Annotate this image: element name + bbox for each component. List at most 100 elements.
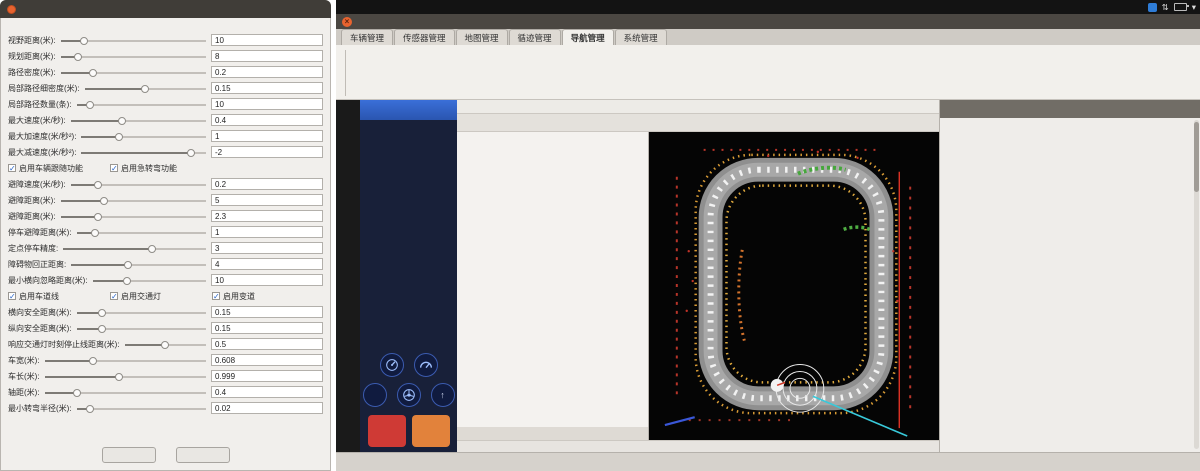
slider-thumb[interactable] xyxy=(91,229,99,237)
tab-系统管理[interactable]: 系统管理 xyxy=(615,29,667,45)
param-slider[interactable] xyxy=(77,100,206,109)
param-input[interactable] xyxy=(211,306,323,318)
slider-thumb[interactable] xyxy=(89,357,97,365)
param-label: 最大减速度(米/秒²): xyxy=(8,147,76,158)
param-slider[interactable] xyxy=(125,340,206,349)
param-input[interactable] xyxy=(211,322,323,334)
dialog-titlebar[interactable] xyxy=(0,0,331,18)
chevron-down-icon[interactable]: ▾ xyxy=(1192,2,1196,13)
param-input[interactable] xyxy=(211,34,323,46)
param-slider[interactable] xyxy=(81,132,206,141)
param-slider[interactable] xyxy=(45,372,206,381)
checkbox[interactable]: ✓启用车道线 xyxy=(8,291,110,302)
param-input[interactable] xyxy=(211,354,323,366)
param-slider[interactable] xyxy=(77,324,206,333)
slider-thumb[interactable] xyxy=(141,85,149,93)
param-input[interactable] xyxy=(211,370,323,382)
param-slider[interactable] xyxy=(77,228,206,237)
param-input[interactable] xyxy=(211,146,323,158)
param-input[interactable] xyxy=(211,226,323,238)
displays-tree xyxy=(457,132,648,410)
param-slider[interactable] xyxy=(61,52,206,61)
slider-thumb[interactable] xyxy=(115,373,123,381)
slider-thumb[interactable] xyxy=(98,309,106,317)
param-input[interactable] xyxy=(211,242,323,254)
param-slider[interactable] xyxy=(63,244,206,253)
speed-gauge-icon[interactable] xyxy=(414,353,438,377)
close-icon[interactable] xyxy=(7,5,16,14)
param-input[interactable] xyxy=(211,50,323,62)
tab-车辆管理[interactable]: 车辆管理 xyxy=(341,29,393,45)
network-icon[interactable]: ⇅ xyxy=(1162,2,1169,13)
tab-循迹管理[interactable]: 循迹管理 xyxy=(509,29,561,45)
slider-thumb[interactable] xyxy=(89,69,97,77)
param-input[interactable] xyxy=(211,194,323,206)
param-input[interactable] xyxy=(211,402,323,414)
param-slider[interactable] xyxy=(45,356,206,365)
manual-takeover-button[interactable] xyxy=(412,415,450,447)
tab-地图管理[interactable]: 地图管理 xyxy=(456,29,508,45)
slider-thumb[interactable] xyxy=(187,149,195,157)
slider-thumb[interactable] xyxy=(115,133,123,141)
slider-thumb[interactable] xyxy=(86,405,94,413)
checkbox[interactable]: ✓启用交通灯 xyxy=(110,291,212,302)
param-input[interactable] xyxy=(211,114,323,126)
emergency-stop-button[interactable] xyxy=(368,415,406,447)
3d-viewport[interactable] xyxy=(649,132,939,440)
footer-bar xyxy=(336,452,1200,471)
slider-thumb[interactable] xyxy=(94,213,102,221)
battery-icon[interactable] xyxy=(1174,3,1187,11)
input-method-icon[interactable] xyxy=(1148,3,1157,12)
slider-thumb[interactable] xyxy=(86,101,94,109)
checkbox[interactable]: ✓启用变道 xyxy=(212,291,314,302)
param-input[interactable] xyxy=(211,82,323,94)
param-slider[interactable] xyxy=(93,276,206,285)
cancel-button[interactable] xyxy=(176,447,230,463)
slider-thumb[interactable] xyxy=(98,325,106,333)
confirm-button[interactable] xyxy=(102,447,156,463)
slider-thumb[interactable] xyxy=(100,197,108,205)
param-input[interactable] xyxy=(211,386,323,398)
steering-wheel-icon[interactable] xyxy=(397,383,421,407)
param-slider[interactable] xyxy=(77,308,206,317)
param-slider[interactable] xyxy=(71,180,206,189)
tab-导航管理[interactable]: 导航管理 xyxy=(562,29,614,45)
window-titlebar[interactable]: × xyxy=(336,14,1200,29)
slider-thumb[interactable] xyxy=(123,277,131,285)
checkbox[interactable]: ✓启用车辆跟随功能 xyxy=(8,163,110,174)
slider-thumb[interactable] xyxy=(80,37,88,45)
param-row: 避障距离(米): xyxy=(8,208,323,224)
param-input[interactable] xyxy=(211,130,323,142)
param-slider[interactable] xyxy=(85,84,206,93)
param-slider[interactable] xyxy=(71,116,206,125)
slider-thumb[interactable] xyxy=(124,261,132,269)
param-slider[interactable] xyxy=(81,148,206,157)
tab-传感器管理[interactable]: 传感器管理 xyxy=(394,29,455,45)
param-input[interactable] xyxy=(211,258,323,270)
direction-up-icon[interactable]: ↑ xyxy=(431,383,455,407)
param-row: 最大速度(米/秒): xyxy=(8,112,323,128)
slider-thumb[interactable] xyxy=(148,245,156,253)
param-input[interactable] xyxy=(211,210,323,222)
param-slider[interactable] xyxy=(45,388,206,397)
close-icon[interactable]: × xyxy=(342,17,352,27)
param-slider[interactable] xyxy=(61,36,206,45)
compass-gauge-icon[interactable] xyxy=(380,353,404,377)
param-slider[interactable] xyxy=(61,68,206,77)
slider-thumb[interactable] xyxy=(161,341,169,349)
param-input[interactable] xyxy=(211,66,323,78)
param-slider[interactable] xyxy=(61,212,206,221)
slider-thumb[interactable] xyxy=(73,389,81,397)
checkbox[interactable]: ✓启用急转弯功能 xyxy=(110,163,212,174)
param-input[interactable] xyxy=(211,274,323,286)
param-input[interactable] xyxy=(211,178,323,190)
param-input[interactable] xyxy=(211,338,323,350)
slider-thumb[interactable] xyxy=(74,53,82,61)
param-input[interactable] xyxy=(211,98,323,110)
scrollbar[interactable] xyxy=(1194,120,1199,449)
param-slider[interactable] xyxy=(71,260,206,269)
param-slider[interactable] xyxy=(77,404,206,413)
slider-thumb[interactable] xyxy=(118,117,126,125)
slider-thumb[interactable] xyxy=(94,181,102,189)
param-slider[interactable] xyxy=(61,196,206,205)
